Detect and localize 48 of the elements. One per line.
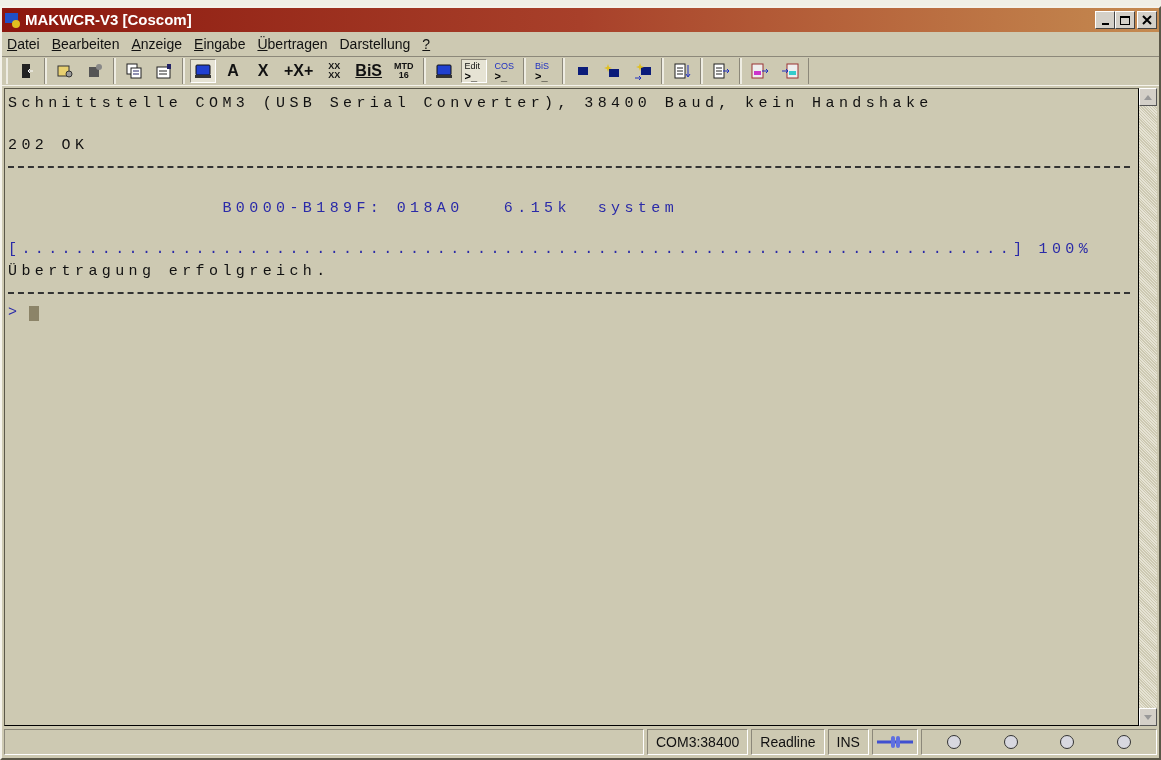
toolbar-button[interactable]: X (250, 59, 276, 83)
toolbar-button[interactable]: +X+ (280, 59, 318, 83)
text-cursor (29, 306, 40, 321)
chip-spark-arrow-icon (634, 62, 653, 80)
menu-item[interactable]: Anzeige (130, 33, 184, 55)
close-button[interactable] (1137, 11, 1157, 29)
terminal-line: Übertragung erfolgreich. (8, 262, 331, 282)
toolbar-button[interactable]: XX XX (321, 59, 348, 83)
toolbar-button[interactable]: BiS >_ (531, 59, 558, 83)
menu-item[interactable]: Darstellung (338, 33, 412, 55)
toolbar-button[interactable] (190, 59, 216, 83)
toolbar-button[interactable]: Edit >_ (460, 59, 487, 83)
status-panel: COM3:38400 (647, 729, 749, 755)
toolbar-button[interactable]: MTD 16 (390, 59, 418, 83)
toolbar-button[interactable]: COS >_ (490, 59, 519, 83)
progress-dots: [..........................................................................] (8, 240, 1027, 261)
maximize-button[interactable] (1115, 11, 1135, 29)
up-arrow-icon (1144, 94, 1152, 100)
close-icon (1142, 15, 1152, 25)
monitor-icon (434, 62, 453, 80)
box-out-icon (751, 62, 770, 80)
copy-icon (125, 62, 143, 80)
scroll-down-button[interactable] (1139, 708, 1157, 726)
properties-icon (155, 62, 173, 80)
terminal-line: 202 OK (8, 136, 90, 156)
window-title: MAKWCR-V3 [Coscom] (25, 9, 192, 30)
minimize-button[interactable] (1095, 11, 1115, 29)
menu-item[interactable]: Eingabe (193, 33, 247, 55)
terminal-line: B0000-B189F: 018A0 6.15k system (221, 199, 680, 219)
menu-item[interactable]: Übertragen (256, 33, 329, 55)
scroll-up-button[interactable] (1139, 88, 1157, 106)
menu-item[interactable]: Bearbeiten (50, 33, 121, 55)
document-down-icon (673, 62, 692, 80)
toolbar-button[interactable]: BiS (351, 59, 387, 83)
monitor-icon (194, 62, 212, 80)
prompt-symbol: > (8, 303, 22, 324)
progress-percent: 100% (1038, 240, 1093, 261)
plug-icon (876, 735, 913, 749)
app-icon (4, 11, 22, 29)
status-panel: Readline (751, 729, 825, 755)
box-in-icon (781, 62, 800, 80)
toolbar-button[interactable]: A (220, 59, 246, 83)
terminal-line: Schnittstelle COM3 (USB Serial Converter), 38400 Baud, kein Handshake (8, 94, 934, 114)
menu-item[interactable]: ? (421, 33, 432, 55)
down-arrow-icon (1144, 714, 1152, 720)
menu-item[interactable]: Datei (6, 33, 41, 55)
document-right-icon (712, 62, 731, 80)
status-panel: INS (827, 729, 869, 755)
